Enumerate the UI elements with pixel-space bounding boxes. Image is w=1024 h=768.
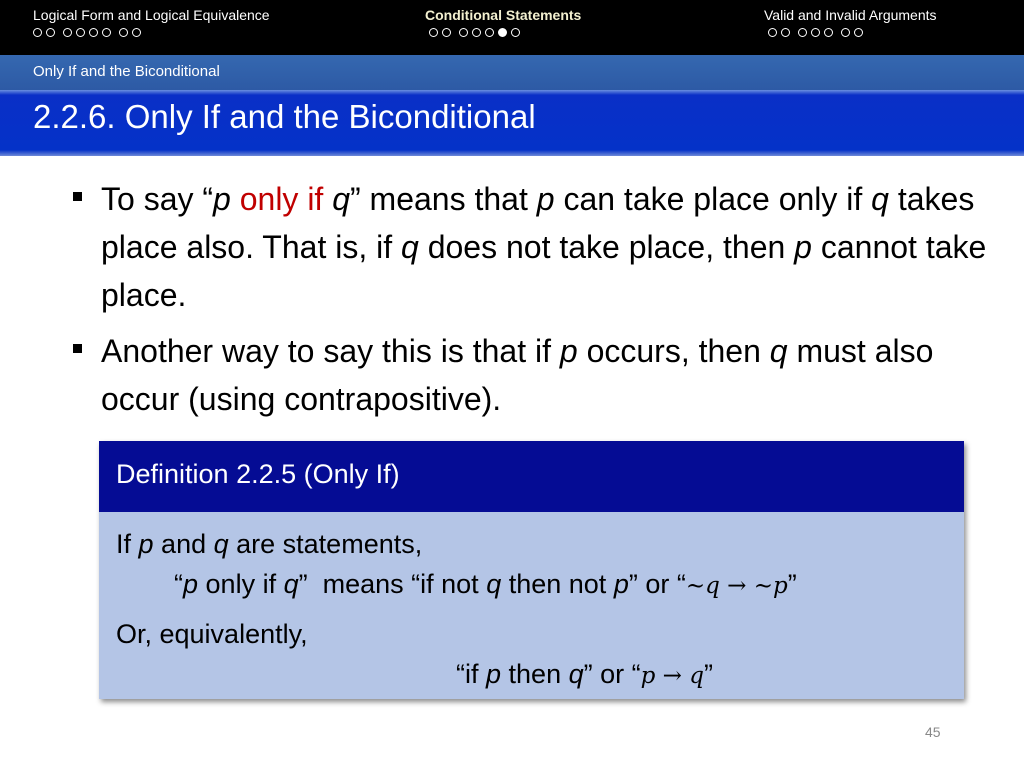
text: then — [501, 659, 569, 689]
text: ” — [787, 569, 797, 599]
slide-dot[interactable] — [768, 28, 777, 37]
slide-dot[interactable] — [841, 28, 850, 37]
var-q: q — [401, 229, 419, 265]
var-q: q — [568, 659, 584, 689]
slide-dot[interactable] — [429, 28, 438, 37]
slide-dot[interactable] — [472, 28, 481, 37]
slide-dots — [429, 28, 581, 37]
slide-dot[interactable] — [485, 28, 494, 37]
nav-section-title: Logical Form and Logical Equivalence — [33, 7, 270, 23]
subsection-bar: Only If and the Biconditional — [0, 55, 1024, 90]
slide-dot[interactable] — [89, 28, 98, 37]
bullet-item: To say “p only if q” means that p can ta… — [70, 175, 990, 319]
var-q: q — [486, 569, 502, 599]
section-navigation-bar: Logical Form and Logical Equivalence Con… — [0, 0, 1024, 55]
var-q: q — [769, 333, 788, 369]
definition-line: Or, equivalently, — [116, 619, 308, 649]
definition-box: Definition 2.2.5 (Only If) If p and q ar… — [99, 441, 964, 699]
text: If — [116, 529, 139, 559]
slide-dots — [768, 28, 937, 37]
slide-dot[interactable] — [854, 28, 863, 37]
text: ” or “ — [628, 569, 686, 599]
definition-line: “if p then q” or “p → q” — [116, 654, 947, 694]
nav-section-logical-form[interactable]: Logical Form and Logical Equivalence — [33, 7, 270, 37]
var-p: p — [613, 569, 629, 599]
slide-dot[interactable] — [102, 28, 111, 37]
var-p: p — [536, 181, 555, 217]
slide-dot[interactable] — [459, 28, 468, 37]
text: Another way to say this is that if — [101, 333, 560, 369]
slide-dot[interactable] — [63, 28, 72, 37]
text: To say “ — [101, 181, 214, 217]
text: does not take place, then — [418, 229, 795, 265]
math-implication: p → q — [640, 663, 704, 689]
text: ” means “if not — [298, 569, 487, 599]
text: occurs, then — [577, 333, 770, 369]
definition-line: “p only if q” means “if not q then not p… — [116, 564, 947, 604]
slide-dot[interactable] — [119, 28, 128, 37]
slide-dot[interactable] — [132, 28, 141, 37]
var-q: q — [332, 181, 350, 217]
text: are statements, — [228, 529, 423, 559]
var-p: p — [138, 529, 154, 559]
subsection-title: Only If and the Biconditional — [33, 63, 220, 80]
nav-section-title: Conditional Statements — [425, 7, 582, 23]
page-number: 45 — [925, 724, 941, 740]
math-contrapositive: ∼q → ∼p — [685, 573, 788, 599]
text: ” — [703, 659, 713, 689]
slide-dot[interactable] — [811, 28, 820, 37]
slide-dot[interactable] — [511, 28, 520, 37]
definition-body: If p and q are statements, “p only if q”… — [99, 512, 964, 706]
var-p: p — [794, 229, 812, 265]
slide-title-bar: 2.2.6. Only If and the Biconditional — [0, 90, 1024, 156]
var-q: q — [283, 569, 299, 599]
var-p: p — [213, 181, 231, 217]
definition-heading: Definition 2.2.5 (Only If) — [99, 441, 964, 512]
text: “if — [456, 659, 486, 689]
text: can take place only if — [554, 181, 872, 217]
bullet-item: Another way to say this is that if p occ… — [70, 327, 990, 423]
slide-dot[interactable] — [33, 28, 42, 37]
text: and — [153, 529, 214, 559]
slide-dot[interactable] — [442, 28, 451, 37]
slide-dot[interactable] — [798, 28, 807, 37]
slide-dot[interactable] — [824, 28, 833, 37]
slide-title: 2.2.6. Only If and the Biconditional — [33, 98, 536, 135]
text: ” means that — [350, 181, 537, 217]
slide-dot[interactable] — [781, 28, 790, 37]
nav-section-conditional-statements[interactable]: Conditional Statements — [425, 7, 581, 37]
bullet-list: To say “p only if q” means that p can ta… — [70, 175, 990, 431]
nav-section-title: Valid and Invalid Arguments — [764, 7, 937, 23]
var-q: q — [213, 529, 229, 559]
text: ” or “ — [583, 659, 641, 689]
text: then not — [501, 569, 614, 599]
highlight-only-if: only if — [230, 181, 333, 217]
slide-dot[interactable] — [76, 28, 85, 37]
nav-section-valid-invalid-arguments[interactable]: Valid and Invalid Arguments — [764, 7, 937, 37]
var-p: p — [183, 569, 199, 599]
text: only if — [198, 569, 284, 599]
definition-line: If p and q are statements, — [116, 524, 947, 564]
slide-dots — [33, 28, 270, 37]
var-q: q — [871, 181, 889, 217]
var-p: p — [486, 659, 502, 689]
slide-dot[interactable] — [46, 28, 55, 37]
text: “ — [174, 569, 183, 599]
slide-dot-current[interactable] — [498, 28, 507, 37]
var-p: p — [559, 333, 578, 369]
